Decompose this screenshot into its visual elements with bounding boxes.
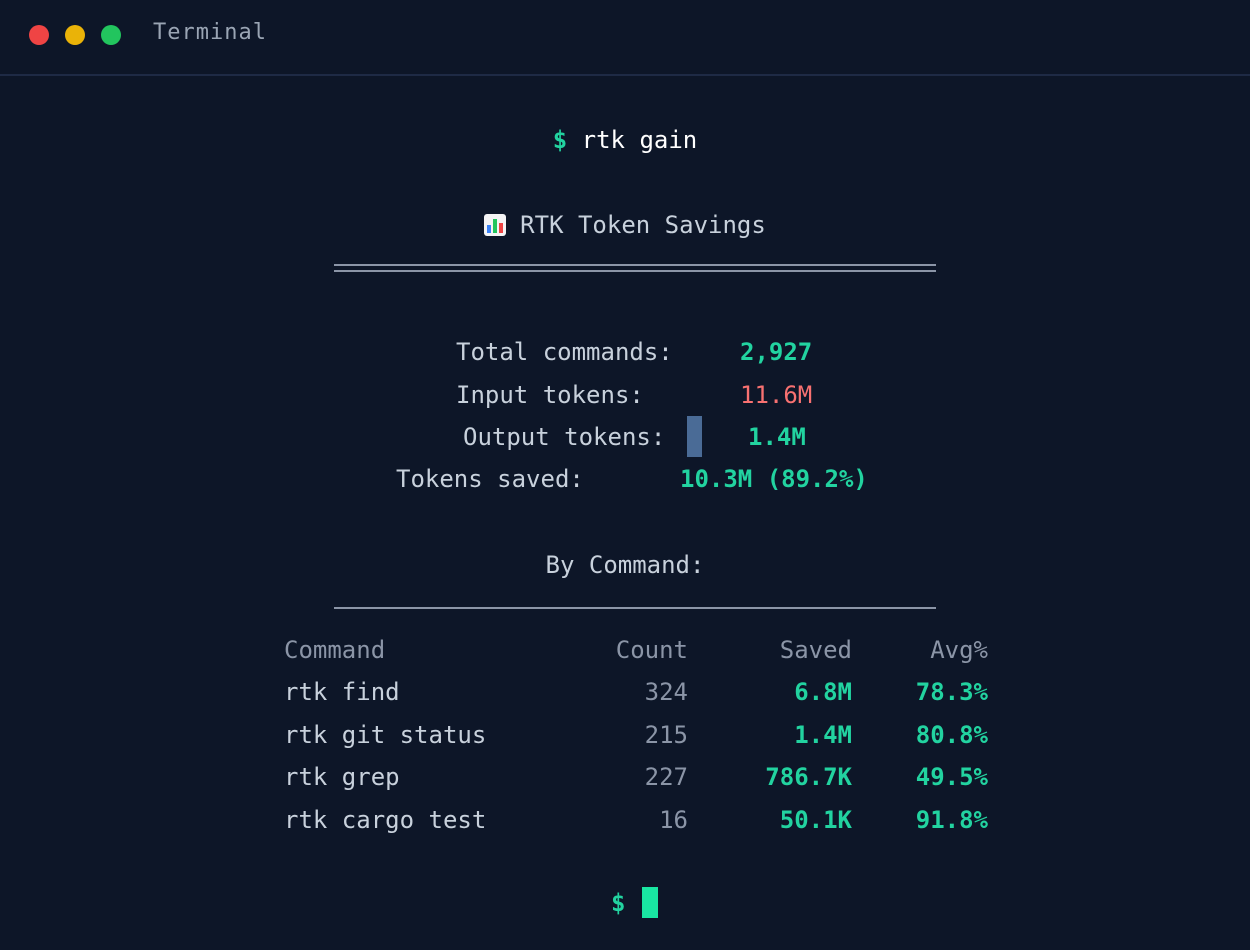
title-divider xyxy=(334,264,936,272)
row-command: rtk grep xyxy=(284,763,400,791)
output-tokens-value: 1.4M xyxy=(748,423,806,451)
row-command: rtk cargo test xyxy=(284,806,487,834)
window-title: Terminal xyxy=(153,20,267,45)
row-avg: 91.8% xyxy=(915,806,988,834)
tokens-saved-label: Tokens saved: xyxy=(396,465,584,493)
command-text: rtk gain xyxy=(581,126,698,154)
close-window-button[interactable] xyxy=(29,25,49,45)
output-tokens-label: Output tokens: xyxy=(463,423,666,451)
bar-chart-icon xyxy=(484,214,507,236)
table-divider xyxy=(334,607,936,609)
header-command: Command xyxy=(284,636,386,664)
row-count: 227 xyxy=(644,763,688,791)
row-command: rtk find xyxy=(284,678,400,706)
window-titlebar: Terminal xyxy=(0,0,1250,76)
by-command-heading: By Command: xyxy=(545,551,705,579)
row-saved: 50.1K xyxy=(779,806,852,834)
maximize-window-button[interactable] xyxy=(101,25,121,45)
row-avg: 80.8% xyxy=(915,721,988,749)
command-line: $ rtk gain xyxy=(0,125,1250,155)
row-saved: 6.8M xyxy=(794,678,852,706)
minimize-window-button[interactable] xyxy=(65,25,85,45)
row-saved: 786.7K xyxy=(765,763,852,791)
header-count: Count xyxy=(615,636,688,664)
total-commands-value: 2,927 xyxy=(740,338,813,366)
prompt-symbol: $ xyxy=(552,126,568,154)
terminal-input-cursor[interactable] xyxy=(642,887,658,918)
final-prompt-symbol: $ xyxy=(611,889,626,917)
report-title-row: RTK Token Savings xyxy=(0,210,1250,240)
header-avg: Avg% xyxy=(930,636,988,664)
row-count: 16 xyxy=(659,806,688,834)
row-avg: 49.5% xyxy=(915,763,988,791)
row-count: 324 xyxy=(644,678,688,706)
report-title: RTK Token Savings xyxy=(520,211,766,239)
row-saved: 1.4M xyxy=(794,721,852,749)
selection-cursor xyxy=(687,416,702,457)
input-tokens-label: Input tokens: xyxy=(456,381,644,409)
row-avg: 78.3% xyxy=(915,678,988,706)
tokens-saved-value: 10.3M (89.2%) xyxy=(680,465,868,493)
row-command: rtk git status xyxy=(284,721,487,749)
total-commands-label: Total commands: xyxy=(456,338,673,366)
row-count: 215 xyxy=(644,721,688,749)
input-tokens-value: 11.6M xyxy=(740,381,813,409)
header-saved: Saved xyxy=(779,636,852,664)
